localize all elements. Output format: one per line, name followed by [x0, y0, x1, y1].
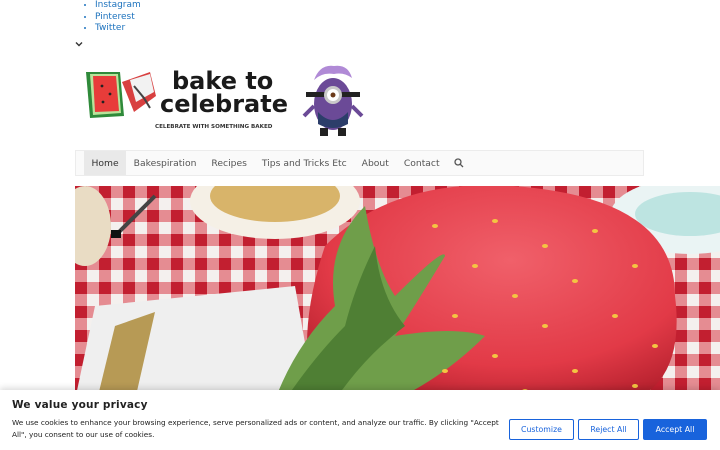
- site-logo[interactable]: bake to celebrate CELEBRATE WITH SOMETHI…: [84, 62, 374, 140]
- social-link-item: Twitter: [95, 23, 141, 35]
- customize-button[interactable]: Customize: [509, 419, 574, 440]
- logo-text-line2: celebrate: [160, 90, 288, 118]
- nav-item-recipes[interactable]: Recipes: [204, 151, 255, 175]
- social-link-pinterest[interactable]: Pinterest: [95, 12, 135, 22]
- social-link-instagram[interactable]: Instagram: [95, 0, 141, 10]
- logo-tagline: CELEBRATE WITH SOMETHING BAKED: [155, 124, 273, 130]
- cookie-description: We use cookies to enhance your browsing …: [12, 418, 499, 439]
- reject-all-button[interactable]: Reject All: [578, 419, 639, 440]
- nav-item-home[interactable]: Home: [84, 151, 127, 175]
- nav-item-bakespiration[interactable]: Bakespiration: [126, 151, 204, 175]
- main-navigation: Home Bakespiration Recipes Tips and Tric…: [75, 150, 644, 176]
- nav-item-contact[interactable]: Contact: [396, 151, 447, 175]
- social-link-item: Instagram: [95, 0, 141, 12]
- social-links-list: Instagram Pinterest Twitter: [77, 0, 141, 35]
- watermelon-cake-icon: [86, 72, 156, 118]
- search-icon[interactable]: [454, 158, 464, 168]
- nav-item-about[interactable]: About: [354, 151, 396, 175]
- nav-item-tips-and-tricks[interactable]: Tips and Tricks Etc: [254, 151, 354, 175]
- social-link-item: Pinterest: [95, 12, 141, 24]
- purple-minion-icon: [302, 65, 364, 136]
- hero-image-strawberry-cake: [75, 186, 720, 400]
- accept-all-button[interactable]: Accept All: [643, 419, 707, 440]
- nav-search[interactable]: [447, 158, 464, 168]
- social-link-twitter[interactable]: Twitter: [95, 23, 125, 33]
- cookie-title: We value your privacy: [12, 399, 148, 411]
- chevron-down-icon[interactable]: [74, 39, 84, 49]
